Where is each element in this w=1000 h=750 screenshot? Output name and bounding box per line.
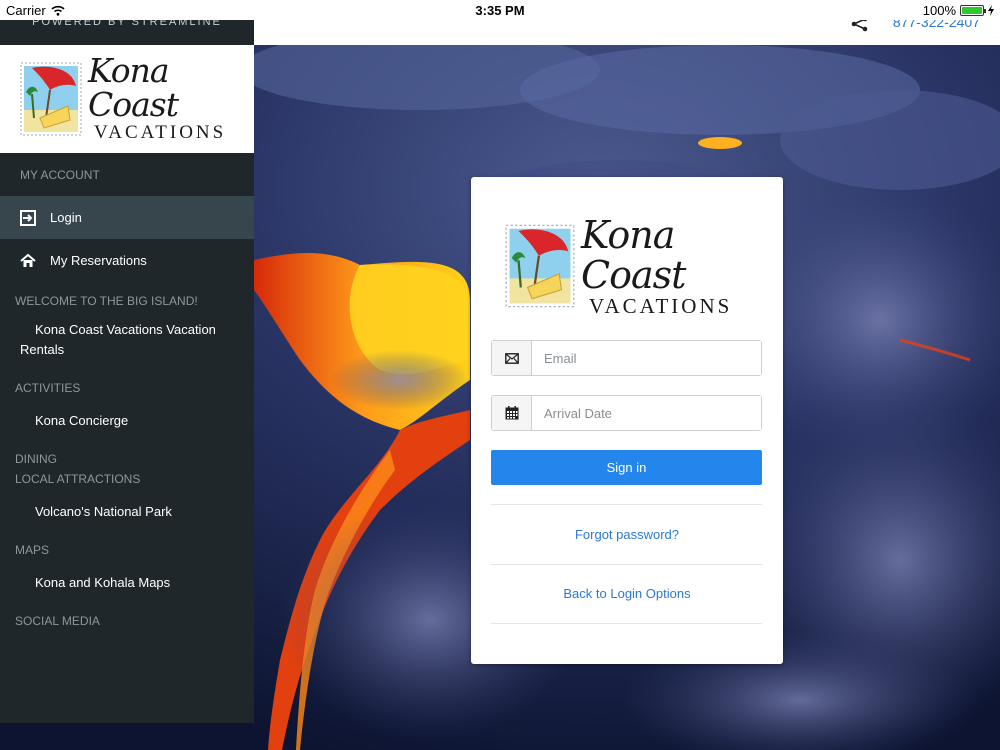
sidebar-item-my-reservations[interactable]: My Reservations <box>0 239 254 282</box>
section-welcome: WELCOME TO THE BIG ISLAND! <box>15 294 198 308</box>
sidebar-item-login[interactable]: Login <box>0 196 254 239</box>
sidebar-item-label: My Reservations <box>50 253 147 268</box>
calendar-icon <box>505 406 518 420</box>
kona-stamp-icon <box>20 62 82 136</box>
section-maps: MAPS <box>15 543 50 557</box>
login-brand-logo: Kona Coast VACATIONS <box>505 215 783 317</box>
battery-percent: 100% <box>922 3 956 18</box>
section-dining: DINING <box>15 452 57 466</box>
section-activities: ACTIVITIES <box>15 381 81 395</box>
section-my-account: MY ACCOUNT <box>20 168 100 182</box>
section-local-attractions: LOCAL ATTRACTIONS <box>15 472 141 486</box>
email-input[interactable] <box>532 341 761 375</box>
login-icon <box>20 209 36 226</box>
sidebar: POWERED BY STREAMLINE Kona Coast VACATIO… <box>0 20 254 723</box>
powered-by-label: POWERED BY STREAMLINE <box>32 20 222 28</box>
login-card: Kona Coast VACATIONS Sign in Forgot pass… <box>471 177 783 664</box>
arrival-date-input[interactable] <box>532 396 761 430</box>
phone-link[interactable]: 877-322-2407 <box>893 20 980 30</box>
brand-tagline: VACATIONS <box>589 294 733 318</box>
email-addon <box>492 341 532 375</box>
sidebar-item-volcanos-national-park[interactable]: Volcano's National Park <box>0 502 254 522</box>
section-social-media: SOCIAL MEDIA <box>15 614 100 628</box>
divider <box>491 504 762 505</box>
envelope-icon <box>504 352 519 364</box>
arrival-date-addon <box>492 396 532 430</box>
back-to-login-options-link[interactable]: Back to Login Options <box>471 586 783 601</box>
kona-stamp-icon <box>505 224 575 308</box>
brand-tagline: VACATIONS <box>94 122 227 143</box>
sidebar-item-vacation-rentals[interactable]: Kona Coast Vacations Vacation Rentals <box>0 320 254 360</box>
sidebar-brand-logo[interactable]: Kona Coast VACATIONS <box>0 45 254 153</box>
charging-bolt-icon <box>988 5 994 16</box>
brand-name: Kona Coast <box>88 51 179 124</box>
sidebar-item-label: Login <box>50 210 82 225</box>
battery-icon <box>960 5 986 16</box>
divider <box>491 623 762 624</box>
sidebar-item-kona-kohala-maps[interactable]: Kona and Kohala Maps <box>0 573 254 593</box>
top-header: 877-322-2407 <box>254 20 1000 45</box>
forgot-password-link[interactable]: Forgot password? <box>471 527 783 542</box>
share-icon[interactable] <box>850 20 870 32</box>
clock: 3:35 PM <box>475 3 525 18</box>
arrival-date-field <box>491 395 762 431</box>
sidebar-item-kona-concierge[interactable]: Kona Concierge <box>0 411 254 431</box>
brand-name: Kona Coast <box>581 213 686 297</box>
status-bar: Carrier 3:35 PM 100% <box>0 0 1000 20</box>
email-field <box>491 340 762 376</box>
home-icon <box>20 253 36 267</box>
divider <box>491 564 762 565</box>
sign-in-button[interactable]: Sign in <box>491 450 762 485</box>
